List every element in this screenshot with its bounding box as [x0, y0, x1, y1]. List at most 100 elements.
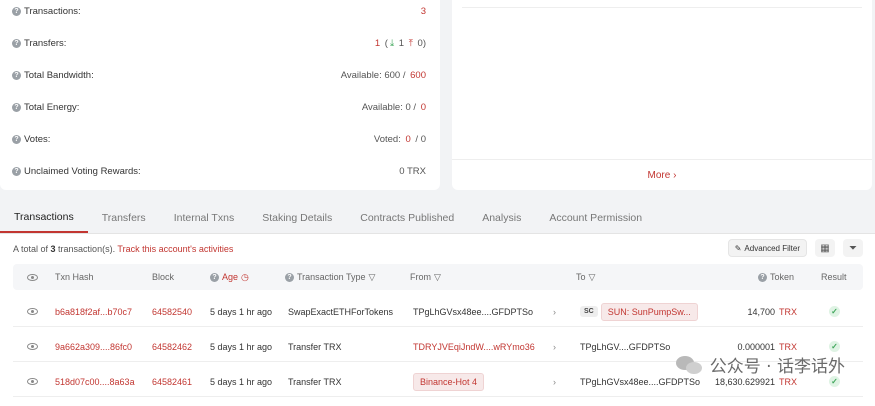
age-cell: 5 days 1 hr ago: [210, 306, 273, 317]
to-cell[interactable]: TPgLhGV....GFDPTSo: [580, 332, 670, 361]
view-details-button[interactable]: [27, 332, 38, 361]
txn-hash-link[interactable]: b6a818f2af...b70c7: [55, 297, 132, 326]
arrow-in-icon: ⤓: [389, 37, 395, 49]
view-details-button[interactable]: [27, 367, 38, 396]
tab-contracts-published[interactable]: Contracts Published: [346, 202, 468, 233]
filter-icon: ▽: [434, 271, 441, 282]
stat-label: ? Transfers:: [12, 38, 66, 49]
transaction-type-header[interactable]: ? Transaction Type ▽: [285, 264, 375, 290]
view-details-button[interactable]: [27, 297, 38, 326]
chevron-right-icon: ›: [673, 170, 677, 181]
advanced-filter-button[interactable]: ✎ Advanced Filter: [727, 239, 807, 257]
txn-hash-link[interactable]: 518d07c00....8a63a: [55, 367, 135, 396]
divider: [462, 7, 862, 8]
amount-value: 0.000001: [737, 341, 775, 352]
from-cell[interactable]: TPgLhGVsx48ee....GFDPTSo: [413, 297, 533, 326]
track-activities-link[interactable]: Track this account's activities: [117, 244, 233, 254]
stat-label: ? Unclaimed Voting Rewards:: [12, 166, 141, 177]
amount-value: 14,700: [747, 306, 775, 317]
eye-icon: [27, 273, 38, 281]
tab-internal-txns[interactable]: Internal Txns: [160, 202, 249, 233]
chevron-right-icon: ›: [553, 376, 556, 387]
token-unit-link[interactable]: TRX: [779, 342, 797, 352]
to-address[interactable]: TPgLhGV....GFDPTSo: [580, 342, 670, 352]
stat-value-part: Available: 0 /: [361, 101, 419, 113]
stat-value-part[interactable]: 3: [421, 6, 426, 17]
view-column-header: [27, 264, 38, 290]
from-cell[interactable]: Binance-Hot 4: [413, 367, 485, 396]
token-header: ? Token: [758, 264, 794, 290]
filter-button[interactable]: ⏷: [843, 239, 863, 257]
stat-label-text: Transfers:: [24, 37, 67, 49]
help-icon[interactable]: ?: [12, 102, 21, 112]
stat-row: ? Votes: Voted: 0 / 0: [12, 131, 426, 147]
tab-account-permission[interactable]: Account Permission: [535, 202, 656, 233]
help-icon: ?: [758, 272, 767, 282]
result-cell: ✓: [829, 297, 840, 326]
stat-row: ? Unclaimed Voting Rewards: 0 TRX: [12, 163, 426, 179]
block-header: Block: [152, 272, 175, 282]
help-icon[interactable]: ?: [12, 166, 21, 176]
block-link[interactable]: 64582462: [152, 332, 192, 361]
stat-value-part[interactable]: 600: [410, 70, 426, 81]
tab-staking-details[interactable]: Staking Details: [248, 202, 346, 233]
help-icon[interactable]: ?: [12, 38, 21, 48]
from-header[interactable]: From ▽: [410, 264, 441, 290]
from-address[interactable]: TPgLhGVsx48ee....GFDPTSo: [413, 307, 533, 317]
age-cell: 5 days 1 hr ago: [210, 376, 273, 387]
help-icon: ?: [210, 272, 219, 282]
stat-value: 1 (⤓ 1 ⤒ 0): [375, 38, 426, 49]
divider: [452, 159, 872, 160]
calendar-icon: ▦: [820, 242, 830, 254]
chevron-right-icon: ›: [553, 306, 556, 317]
to-address[interactable]: SUN: SunPumpSw...: [600, 302, 698, 321]
stat-value-part[interactable]: 0: [421, 102, 426, 113]
tab-transactions[interactable]: Transactions: [0, 202, 88, 233]
stat-value-part[interactable]: 0: [406, 134, 411, 145]
from-address[interactable]: TDRYJVEqiJndW....wRYmo36: [413, 342, 535, 352]
stat-label-text: Total Bandwidth:: [24, 69, 94, 81]
eye-icon: [27, 308, 38, 315]
help-icon[interactable]: ?: [12, 6, 21, 16]
success-check-icon: ✓: [829, 376, 840, 387]
tab-transfers[interactable]: Transfers: [88, 202, 160, 233]
stat-label: ? Total Energy:: [12, 102, 79, 113]
stat-label-text: Total Energy:: [24, 101, 80, 113]
token-unit-link[interactable]: TRX: [779, 307, 797, 317]
clock-toggle-icon: ◷: [241, 271, 249, 282]
transaction-type-cell: Transfer TRX: [288, 376, 342, 387]
block-link[interactable]: 64582540: [152, 297, 192, 326]
stat-row: ? Total Bandwidth: Available: 600 / 600: [12, 67, 426, 83]
help-icon[interactable]: ?: [12, 70, 21, 80]
transaction-summary: A total of 3 transaction(s). Track this …: [13, 244, 234, 254]
arrow-out-icon[interactable]: ⤒: [409, 38, 413, 49]
side-card: More ›: [452, 0, 872, 190]
from-cell[interactable]: TDRYJVEqiJndW....wRYmo36: [413, 332, 535, 361]
stat-value: 3: [421, 6, 426, 17]
age-header[interactable]: ? Age ◷: [210, 264, 249, 290]
txn-hash-link[interactable]: 9a662a309....86fc0: [55, 332, 132, 361]
result-header: Result: [821, 272, 847, 282]
to-address[interactable]: TPgLhGVsx48ee....GFDPTSo: [580, 377, 700, 387]
to-cell[interactable]: SC SUN: SunPumpSw...: [580, 297, 698, 326]
stat-row: ? Transactions: 3: [12, 3, 426, 19]
smart-contract-badge: SC: [580, 306, 598, 317]
stat-value-part[interactable]: 1: [375, 38, 380, 49]
tab-analysis[interactable]: Analysis: [468, 202, 535, 233]
stat-label: ? Total Bandwidth:: [12, 70, 94, 81]
stat-label: ? Votes:: [12, 134, 50, 145]
to-header[interactable]: To ▽: [576, 264, 595, 290]
more-link[interactable]: More ›: [452, 170, 872, 181]
filter-icon: ▽: [368, 271, 376, 282]
stat-value: Voted: 0 / 0: [374, 134, 426, 145]
stat-value: 0 TRX: [399, 166, 426, 177]
from-address[interactable]: Binance-Hot 4: [413, 372, 485, 391]
token-unit-link[interactable]: TRX: [779, 377, 797, 387]
calendar-button[interactable]: ▦: [815, 239, 835, 257]
stat-label-text: Unclaimed Voting Rewards:: [24, 165, 141, 177]
help-icon[interactable]: ?: [12, 134, 21, 144]
block-link[interactable]: 64582461: [152, 367, 192, 396]
tab-bar: Transactions Transfers Internal Txns Stakin…: [0, 202, 875, 234]
stat-label: ? Transactions:: [12, 6, 81, 17]
filter-tag-icon: ✎: [734, 243, 742, 253]
